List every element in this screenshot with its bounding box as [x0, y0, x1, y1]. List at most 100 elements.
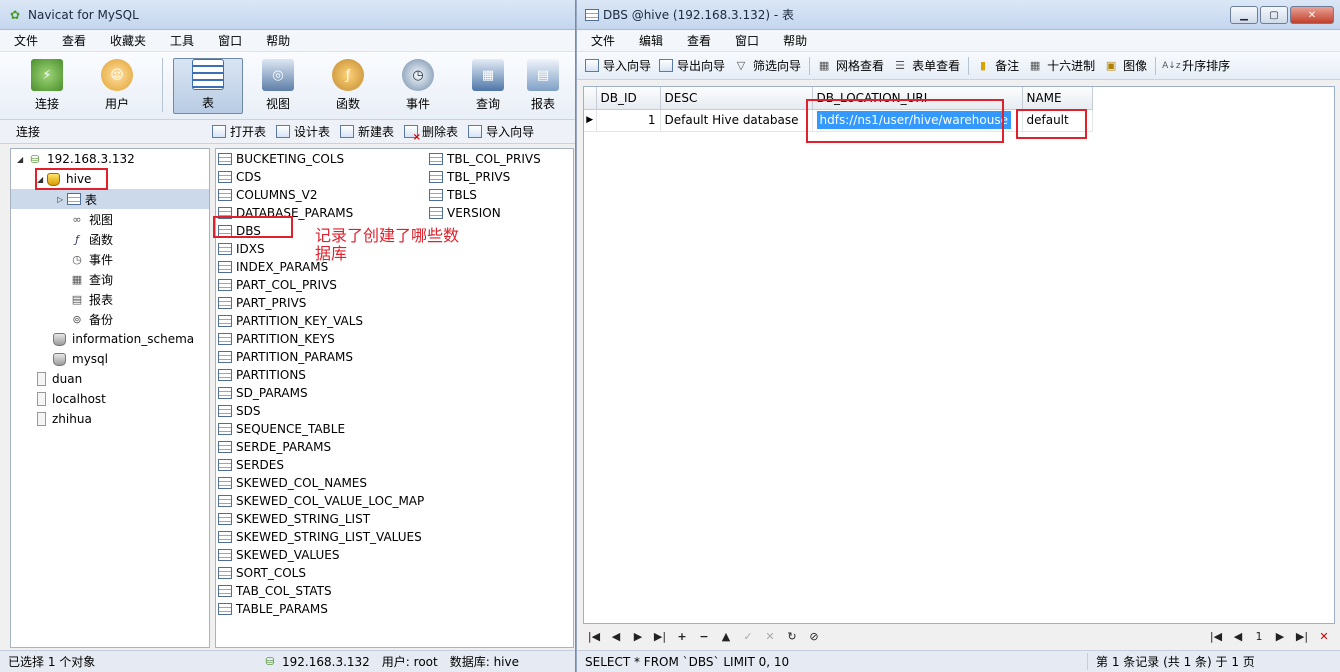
tree-db-information-schema[interactable]: information_schema	[11, 329, 209, 349]
delete-table-button[interactable]: 删除表	[404, 123, 458, 143]
export-wizard-button[interactable]: 导出向导	[659, 57, 725, 74]
table-list-item[interactable]: SDS	[218, 402, 424, 420]
next-record-icon[interactable]: ▶	[627, 630, 649, 643]
table-list-item[interactable]: PART_COL_PRIVS	[218, 276, 424, 294]
table-list-item[interactable]: SKEWED_STRING_LIST	[218, 510, 424, 528]
close-button[interactable]: ✕	[1290, 6, 1334, 24]
table-list-item[interactable]: TAB_COL_STATS	[218, 582, 424, 600]
import-wizard-button[interactable]: 导入向导	[468, 123, 534, 140]
open-table-button[interactable]: 打开表	[212, 123, 266, 140]
menu-file[interactable]: 文件	[0, 30, 50, 52]
cell-desc[interactable]: Default Hive database	[660, 109, 813, 132]
table-list-item[interactable]: SKEWED_COL_VALUE_LOC_MAP	[218, 492, 424, 510]
filter-wizard-button[interactable]: ▽ 筛选向导	[733, 57, 801, 74]
cell-name[interactable]: default	[1022, 109, 1093, 132]
hex-button[interactable]: ▦ 十六进制	[1027, 57, 1095, 74]
table-list-item[interactable]: PART_PRIVS	[218, 294, 424, 312]
menu-view[interactable]: 查看	[675, 30, 723, 52]
query-button[interactable]: ▦ 查询	[453, 58, 523, 114]
apply-changes-icon[interactable]: ✓	[737, 630, 759, 643]
prev-record-icon[interactable]: ◀	[605, 630, 627, 643]
table-list-item[interactable]: SKEWED_STRING_LIST_VALUES	[218, 528, 424, 546]
tree-item-queries[interactable]: ▦ 查询	[11, 269, 209, 289]
view-button[interactable]: ◎ 视图	[243, 58, 313, 114]
table-button[interactable]: 表	[173, 58, 243, 114]
table-list-item[interactable]: TBLS	[429, 186, 541, 204]
table-list-item[interactable]: SKEWED_COL_NAMES	[218, 474, 424, 492]
collapse-arrow-icon[interactable]: ◢	[37, 175, 47, 184]
prev-page-icon[interactable]: ◀	[1227, 630, 1249, 643]
import-wizard-button[interactable]: 导入向导	[585, 57, 651, 74]
menu-help[interactable]: 帮助	[771, 30, 819, 52]
last-page-icon[interactable]: ▶|	[1291, 630, 1313, 643]
page-number[interactable]: 1	[1249, 630, 1269, 643]
cell-db-id[interactable]: 1	[596, 109, 661, 132]
minimize-button[interactable]: ▁	[1230, 6, 1258, 24]
tree-db-mysql[interactable]: mysql	[11, 349, 209, 369]
menu-view[interactable]: 查看	[50, 30, 98, 52]
report-button[interactable]: ▤ 报表	[523, 58, 563, 114]
menu-window[interactable]: 窗口	[206, 30, 254, 52]
table-list-item[interactable]: PARTITIONS	[218, 366, 424, 384]
user-button[interactable]: ☺ 用户	[82, 58, 152, 114]
col-header-db-location-uri[interactable]: DB_LOCATION_URI	[812, 87, 1023, 110]
limit-settings-icon[interactable]: ✕	[1313, 630, 1335, 643]
table-list-item[interactable]: PARTITION_KEYS	[218, 330, 424, 348]
table-list-item[interactable]: VERSION	[429, 204, 541, 222]
table-list-item[interactable]: CDS	[218, 168, 424, 186]
memo-button[interactable]: ▮ 备注	[975, 57, 1019, 74]
new-table-button[interactable]: 新建表	[340, 123, 394, 140]
col-header-desc[interactable]: DESC	[660, 87, 813, 110]
function-button[interactable]: ƒ 函数	[313, 58, 383, 114]
tree-server-node[interactable]: ◢ ⛁ 192.168.3.132	[11, 149, 209, 169]
table-list-item[interactable]: SD_PARAMS	[218, 384, 424, 402]
table-list-item[interactable]: BUCKETING_COLS	[218, 150, 424, 168]
table-list-item[interactable]: DATABASE_PARAMS	[218, 204, 424, 222]
table-list-item[interactable]: TABLE_PARAMS	[218, 600, 424, 618]
col-header-db-id[interactable]: DB_ID	[596, 87, 661, 110]
menu-help[interactable]: 帮助	[254, 30, 302, 52]
first-record-icon[interactable]: |◀	[583, 630, 605, 643]
table-list-item[interactable]: PARTITION_PARAMS	[218, 348, 424, 366]
add-record-icon[interactable]: +	[671, 630, 693, 643]
table-list-item[interactable]: COLUMNS_V2	[218, 186, 424, 204]
cell-db-location-uri[interactable]: hdfs://ns1/user/hive/warehouse	[812, 109, 1023, 132]
maximize-button[interactable]: ▢	[1260, 6, 1288, 24]
form-view-button[interactable]: ☰ 表单查看	[892, 57, 960, 74]
stop-icon[interactable]: ⊘	[803, 630, 825, 643]
edit-up-icon[interactable]: ▲	[715, 630, 737, 643]
first-page-icon[interactable]: |◀	[1205, 630, 1227, 643]
grid-view-button[interactable]: ▦ 网格查看	[816, 57, 884, 74]
tree-item-tables[interactable]: ▷ 表	[11, 189, 209, 209]
tree-item-backups[interactable]: ⊚ 备份	[11, 309, 209, 329]
table-row[interactable]: ▶ 1 Default Hive database hdfs://ns1/use…	[584, 109, 1093, 132]
tree-connection-localhost[interactable]: localhost	[11, 389, 209, 409]
tree-item-events[interactable]: ◷ 事件	[11, 249, 209, 269]
refresh-icon[interactable]: ↻	[781, 630, 803, 643]
tree-connection-duan[interactable]: duan	[11, 369, 209, 389]
table-list-item[interactable]: TBL_COL_PRIVS	[429, 150, 541, 168]
tree-db-hive[interactable]: ◢ hive	[11, 169, 209, 189]
expand-arrow-icon[interactable]: ▷	[57, 195, 67, 204]
event-button[interactable]: ◷ 事件	[383, 58, 453, 114]
image-button[interactable]: ▣ 图像	[1103, 57, 1147, 74]
col-header-name[interactable]: NAME	[1022, 87, 1093, 110]
last-record-icon[interactable]: ▶|	[649, 630, 671, 643]
tree-item-functions[interactable]: ƒ 函数	[11, 229, 209, 249]
connect-button[interactable]: ⚡ 连接	[12, 58, 82, 114]
tree-item-reports[interactable]: ▤ 报表	[11, 289, 209, 309]
menu-favorites[interactable]: 收藏夹	[98, 30, 158, 52]
tree-connection-zhihua[interactable]: zhihua	[11, 409, 209, 429]
table-list-item[interactable]: SERDE_PARAMS	[218, 438, 424, 456]
table-list-item[interactable]: SEQUENCE_TABLE	[218, 420, 424, 438]
menu-window[interactable]: 窗口	[723, 30, 771, 52]
delete-record-icon[interactable]: −	[693, 630, 715, 643]
table-list-item[interactable]: PARTITION_KEY_VALS	[218, 312, 424, 330]
sort-asc-button[interactable]: A↓z 升序排序	[1162, 57, 1230, 74]
menu-tools[interactable]: 工具	[158, 30, 206, 52]
table-list-item[interactable]: SKEWED_VALUES	[218, 546, 424, 564]
menu-file[interactable]: 文件	[579, 30, 627, 52]
tree-item-views[interactable]: ∞ 视图	[11, 209, 209, 229]
discard-changes-icon[interactable]: ✕	[759, 630, 781, 643]
next-page-icon[interactable]: ▶	[1269, 630, 1291, 643]
